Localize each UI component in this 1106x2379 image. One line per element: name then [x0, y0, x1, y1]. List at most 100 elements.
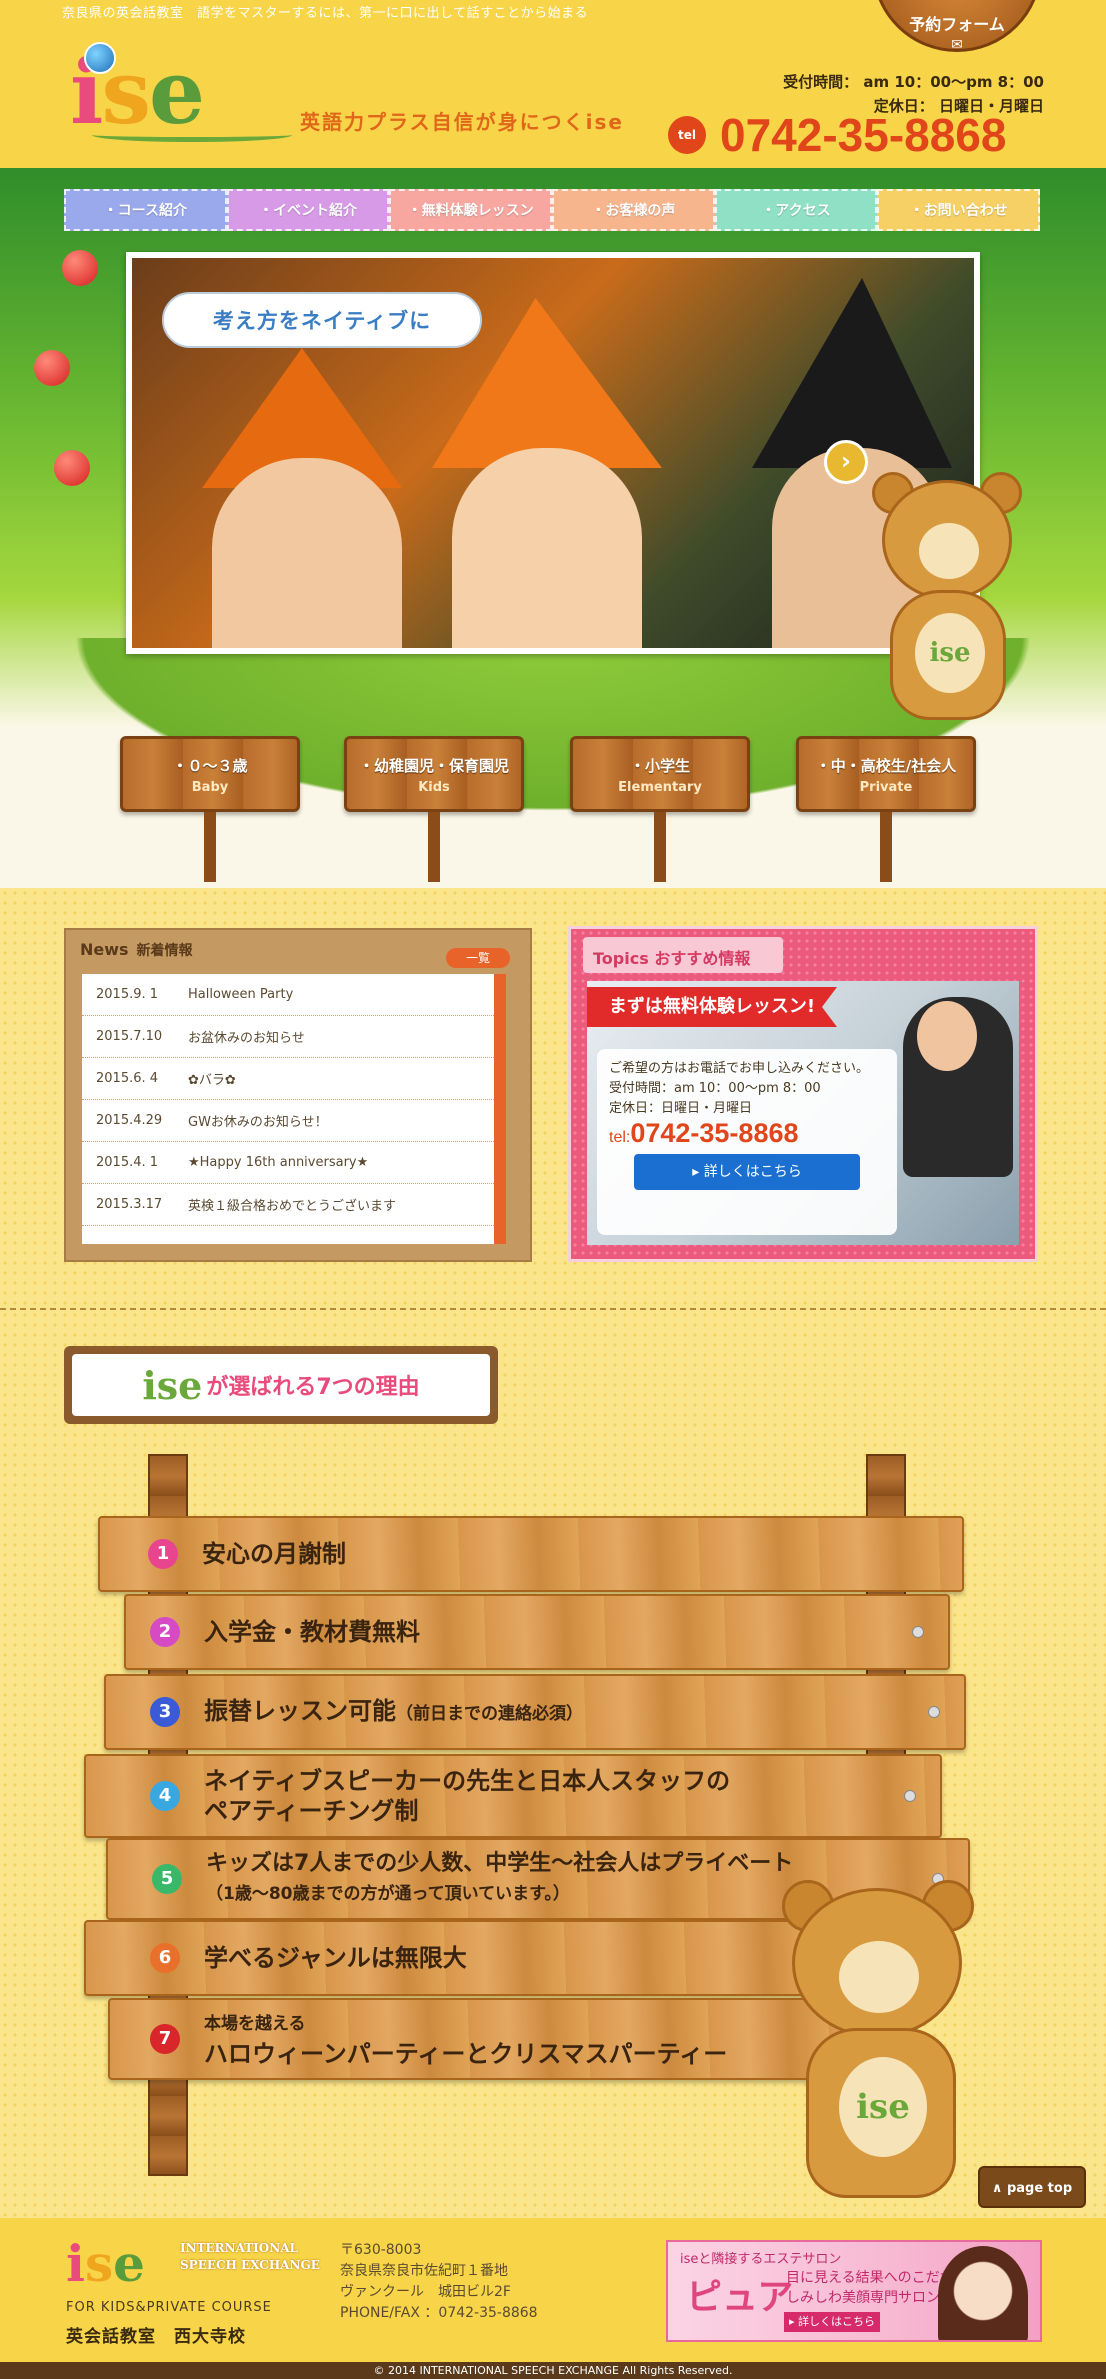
banner-title: ピュア [686, 2276, 794, 2318]
footer-course: FOR KIDS&PRIVATE COURSE [66, 2300, 272, 2315]
reason-number: 3 [150, 1697, 180, 1727]
news-box: News 新着情報 一覧 2015.9. 1 Halloween Party 201… [64, 928, 532, 1262]
slider-next-arrow-icon[interactable]: › [824, 440, 868, 484]
site-header: 奈良県の英会話教室 語学をマスターするには、第一に口に出して話すことから始まる … [0, 0, 1106, 168]
slide-photo-child [212, 458, 402, 648]
site-footer: iseise INTERNATIONAL SPEECH EXCHANGE FOR… [0, 2218, 1106, 2362]
course-sign-kids[interactable]: ・幼稚園児・保育園児 Kids [344, 736, 524, 886]
bear-mascot: ise [862, 472, 1032, 730]
slogan: 英語力プラス自信が身につくise [300, 110, 624, 134]
nav-contact[interactable]: ・お問い合わせ [877, 189, 1041, 231]
topics-heading: Topics おすすめ情報 [583, 937, 783, 973]
reason-text: 振替レッスン可能（前日までの連絡必須） [204, 1696, 583, 1725]
footer-zip: 〒630-8003 [340, 2242, 422, 2258]
topics-text: ご希望の方はお電話でお申し込みください。 [609, 1061, 870, 1076]
bear-logo-text: ise [915, 613, 985, 693]
topics-box: Topics おすすめ情報 まずは無料体験レッスン! ご希望の方はお電話でお申し… [568, 926, 1038, 1262]
footer-school-name: 英会話教室 西大寺校 [66, 2327, 246, 2347]
nav-events[interactable]: ・イベント紹介 [226, 189, 390, 231]
news-item[interactable]: 2015.4. 1 ★Happy 16th anniversary★ [82, 1142, 494, 1184]
reason-number: 2 [150, 1617, 180, 1647]
news-item[interactable]: 2015.6. 4 ✿バラ✿ [82, 1058, 494, 1100]
site-tagline: 奈良県の英会話教室 語学をマスターするには、第一に口に出して話すことから始まる [62, 6, 589, 21]
nail-icon [912, 1626, 924, 1638]
phone-icon: tel [668, 116, 706, 154]
sign-subtitle: Elementary [618, 780, 702, 795]
apple-icon [34, 350, 70, 386]
sign-post [654, 812, 666, 882]
reason-text: 学べるジャンルは無限大 [204, 1944, 467, 1972]
bear-mascot-large: ise [772, 1880, 982, 2208]
hours-text: 受付時間： am 10：00〜pm 8：00 [783, 73, 1044, 91]
reason-number: 4 [150, 1781, 180, 1811]
news-item[interactable]: 2015.7.10 お盆休みのお知らせ [82, 1016, 494, 1058]
reasons-heading: が選ばれる7つの理由 [206, 1375, 420, 1400]
topics-text: 定休日：日曜日・月曜日 [609, 1101, 753, 1116]
banner-details-button[interactable]: ▸ 詳しくはこちら [784, 2312, 880, 2332]
news-list[interactable]: 2015.9. 1 Halloween Party 2015.7.10 お盆休みのお… [82, 974, 506, 1244]
course-sign-private[interactable]: ・中・高校生/社会人 Private [796, 736, 976, 886]
sign-subtitle: Kids [418, 780, 450, 795]
apple-icon [62, 250, 98, 286]
reasons-heading-sign: ise が選ばれる7つの理由 [64, 1346, 498, 1424]
reasons-logo: ise [142, 1362, 203, 1408]
sign-title: ・小学生 [629, 757, 690, 775]
globe-icon [84, 42, 116, 74]
course-sign-baby[interactable]: ・０〜３歳 Baby [120, 736, 300, 886]
topics-text: 受付時間：am 10：00〜pm 8：00 [609, 1081, 821, 1096]
footer-address-line: 奈良県奈良市佐紀町１番地 [340, 2263, 508, 2279]
slide-photo-witch-hat [752, 278, 952, 468]
nav-free-trial[interactable]: ・無料体験レッスン [389, 189, 553, 231]
reason-plank-2: 2 入学金・教材費無料 [124, 1594, 950, 1670]
mail-icon: ✉ [951, 37, 963, 53]
logo-swoosh [92, 128, 292, 142]
course-sign-elementary[interactable]: ・小学生 Elementary [570, 736, 750, 886]
nail-icon [904, 1790, 916, 1802]
free-lesson-ribbon: まずは無料体験レッスン! [587, 987, 837, 1027]
reason-text: 本場を越える ハロウィーンパーティーとクリスマスパーティー [204, 2014, 728, 2068]
footer-logo-english: INTERNATIONAL SPEECH EXCHANGE [180, 2241, 320, 2272]
footer-logo[interactable]: iseise [66, 2234, 186, 2294]
phone-number[interactable]: 0742-35-8868 [720, 108, 1006, 162]
topics-card: ご希望の方はお電話でお申し込みください。 受付時間：am 10：00〜pm 8：… [597, 1049, 897, 1235]
sign-post [428, 812, 440, 882]
reservation-label: 予約フォーム [909, 15, 1005, 34]
reason-plank-1: 1 安心の月謝制 [98, 1516, 964, 1592]
reason-text: キッズは7人までの少人数、中学生〜社会人はプライベート （1歳〜80歳までの方が通… [206, 1851, 794, 1904]
news-item[interactable]: 2015.3.17 英検１級合格おめでとうございます [82, 1184, 494, 1226]
reason-plank-3: 3 振替レッスン可能（前日までの連絡必須） [104, 1674, 966, 1750]
reason-number: 1 [148, 1539, 178, 1569]
reason-text: 安心の月謝制 [202, 1540, 346, 1568]
nail-icon [928, 1706, 940, 1718]
news-item[interactable]: 2015.4.29 GWお休みのお知らせ！ [82, 1100, 494, 1142]
details-button[interactable]: ▸ 詳しくはこちら [634, 1154, 860, 1190]
sign-post [204, 812, 216, 882]
salon-banner[interactable]: iseと隣接するエステサロン ピュア 目に見える結果へのこだわり しみしわ美顔専… [666, 2240, 1042, 2342]
nav-testimonials[interactable]: ・お客様の声 [552, 189, 715, 231]
nav-course[interactable]: ・コース紹介 [64, 189, 227, 231]
copyright: © 2014 INTERNATIONAL SPEECH EXCHANGE All… [0, 2362, 1106, 2379]
page-top-button[interactable]: ∧ page top [978, 2166, 1086, 2208]
sign-title: ・０〜３歳 [172, 757, 248, 775]
reservation-form-button[interactable]: 予約フォーム ✉ [872, 0, 1042, 53]
reason-number: 6 [150, 1943, 180, 1973]
nav-access[interactable]: ・アクセス [714, 189, 878, 231]
slide-caption-bubble: 考え方をネイティブに [162, 292, 482, 348]
reason-number: 5 [152, 1864, 182, 1894]
slide-photo-child [452, 448, 642, 648]
bear-logo-text: ise [839, 2057, 927, 2157]
footer-address: 〒630-8003 奈良県奈良市佐紀町１番地 ヴァンクール 城田ビル2F PHO… [340, 2240, 538, 2324]
footer-address-line: ヴァンクール 城田ビル2F [340, 2284, 511, 2300]
reason-plank-4: 4 ネイティブスピーカーの先生と日本人スタッフの ペアティーチング制 [84, 1754, 942, 1838]
sign-post [880, 812, 892, 882]
topics-banner[interactable]: まずは無料体験レッスン! ご希望の方はお電話でお申し込みください。 受付時間：a… [587, 981, 1019, 1245]
news-item[interactable]: 2015.9. 1 Halloween Party [82, 974, 494, 1016]
reason-number: 7 [150, 2024, 180, 2054]
banner-model-photo [938, 2246, 1028, 2340]
apple-icon [54, 450, 90, 486]
footer-phone: PHONE/FAX ：0742-35-8868 [340, 2305, 538, 2321]
news-list-button[interactable]: 一覧 [446, 948, 510, 968]
sign-subtitle: Baby [191, 780, 229, 795]
site-logo[interactable]: ise [70, 42, 292, 152]
topics-phone[interactable]: tel:0742-35-8868 [609, 1120, 885, 1148]
